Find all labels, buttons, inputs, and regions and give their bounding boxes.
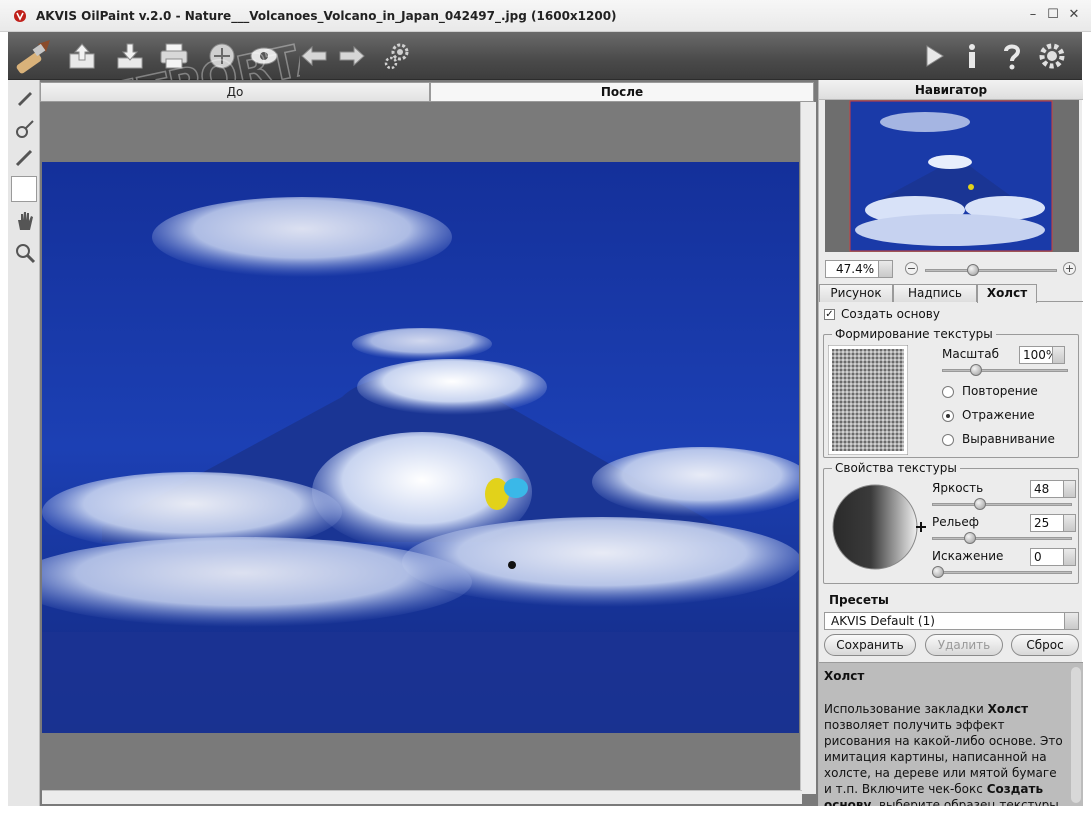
- scale-label: Масштаб: [942, 347, 1000, 361]
- save-file-icon[interactable]: [114, 40, 146, 72]
- brightness-label: Яркость: [932, 481, 984, 495]
- repeat-radio[interactable]: [942, 386, 954, 398]
- create-base-label: Создать основу: [841, 307, 940, 321]
- zoom-tool-icon[interactable]: [14, 242, 36, 264]
- save-preset-button[interactable]: Сохранить: [824, 634, 916, 656]
- texture-group-title: Формирование текстуры: [832, 327, 996, 341]
- brightness-spinbox[interactable]: 48: [1030, 480, 1076, 498]
- image-view[interactable]: [42, 162, 799, 733]
- help-text: Использование закладки Холст позволяет п…: [824, 702, 1063, 806]
- zoom-slider[interactable]: [925, 269, 1057, 272]
- run-play-icon[interactable]: [918, 40, 950, 72]
- color-swatch[interactable]: [11, 176, 37, 202]
- zoom-value: 47.4%: [836, 262, 875, 276]
- distortion-slider-thumb[interactable]: [932, 566, 944, 578]
- redo-arrow-icon[interactable]: [336, 40, 368, 72]
- maximize-button[interactable]: ☐: [1045, 7, 1061, 23]
- share-icon[interactable]: [206, 40, 238, 72]
- tab-canvas[interactable]: Холст: [977, 284, 1037, 303]
- align-radio[interactable]: [942, 434, 954, 446]
- undo-arrow-icon[interactable]: [298, 40, 330, 72]
- path-tool-icon[interactable]: [14, 118, 36, 140]
- open-file-icon[interactable]: [66, 40, 98, 72]
- brush-tool-icon[interactable]: [14, 86, 36, 108]
- reflect-radio[interactable]: [942, 410, 954, 422]
- preset-dropdown[interactable]: AKVIS Default (1): [824, 612, 1079, 630]
- right-panel: Навигатор 47.4% − + Рисунок Надпись Холс…: [818, 80, 1083, 806]
- eraser-tool-icon[interactable]: [14, 146, 36, 168]
- light-direction-sphere[interactable]: [830, 481, 930, 571]
- minimize-button[interactable]: –: [1025, 7, 1041, 23]
- reset-preset-button[interactable]: Сброс: [1011, 634, 1079, 656]
- window-title: AKVIS OilPaint v.2.0 - Nature___Volcanoe…: [36, 9, 617, 23]
- bottom-strip: [0, 806, 1091, 820]
- info-icon[interactable]: [956, 40, 988, 72]
- scale-spinbox[interactable]: 100%: [1019, 346, 1065, 364]
- help-panel: Холст Использование закладки Холст позво…: [819, 662, 1083, 806]
- delete-preset-button[interactable]: Удалить: [925, 634, 1003, 656]
- brightness-value: 48: [1034, 482, 1050, 496]
- distortion-spinbox[interactable]: 0: [1030, 548, 1076, 566]
- zoom-out-button[interactable]: −: [905, 262, 918, 275]
- akvis-logo-icon: [14, 10, 26, 22]
- preferences-gear-icon[interactable]: [1036, 40, 1068, 72]
- brush-logo-icon: [16, 40, 50, 74]
- distortion-spin-buttons[interactable]: [1063, 549, 1075, 565]
- hand-tool-icon[interactable]: [14, 210, 36, 232]
- align-label: Выравнивание: [962, 432, 1055, 446]
- relief-label: Рельеф: [932, 515, 980, 529]
- tab-after[interactable]: После: [430, 82, 814, 102]
- main-toolbar: [8, 32, 1082, 80]
- print-icon[interactable]: [158, 40, 190, 72]
- preset-dropdown-arrow[interactable]: [1064, 613, 1078, 629]
- before-after-icon[interactable]: [248, 40, 280, 72]
- presets-title: Пресеты: [829, 593, 889, 607]
- brightness-slider[interactable]: [932, 503, 1072, 506]
- settings-gears-icon[interactable]: [382, 40, 414, 72]
- distortion-label: Искажение: [932, 549, 1004, 563]
- relief-spin-buttons[interactable]: [1063, 515, 1075, 531]
- texture-properties-group: Свойства текстуры Яркость 48 Рельеф 25 И…: [823, 461, 1079, 584]
- brightness-slider-thumb[interactable]: [974, 498, 986, 510]
- zoom-in-button[interactable]: +: [1063, 262, 1076, 275]
- relief-slider[interactable]: [932, 537, 1072, 540]
- tab-inscription[interactable]: Надпись: [893, 284, 977, 302]
- title-bar: AKVIS OilPaint v.2.0 - Nature___Volcanoe…: [0, 0, 1091, 32]
- relief-spinbox[interactable]: 25: [1030, 514, 1076, 532]
- tab-painting[interactable]: Рисунок: [819, 284, 893, 302]
- settings-tabs: Рисунок Надпись Холст: [819, 284, 1083, 303]
- canvas-area: До После: [40, 80, 818, 806]
- create-base-checkbox[interactable]: ✓: [824, 309, 835, 320]
- relief-slider-thumb[interactable]: [964, 532, 976, 544]
- help-icon[interactable]: [996, 40, 1028, 72]
- navigator-title: Навигатор: [819, 80, 1083, 100]
- relief-value: 25: [1034, 516, 1050, 530]
- vertical-scrollbar[interactable]: [800, 102, 816, 794]
- distortion-value: 0: [1034, 550, 1042, 564]
- help-title: Холст: [824, 669, 865, 683]
- zoom-dropdown-button[interactable]: [878, 261, 892, 277]
- distortion-slider[interactable]: [932, 571, 1072, 574]
- zoom-field[interactable]: 47.4%: [825, 260, 893, 278]
- reflect-label: Отражение: [962, 408, 1035, 422]
- brightness-spin-buttons[interactable]: [1063, 481, 1075, 497]
- scale-slider-thumb[interactable]: [970, 364, 982, 376]
- left-toolbar: [8, 80, 40, 806]
- scale-spin-buttons[interactable]: [1052, 347, 1064, 363]
- navigator-preview[interactable]: [825, 100, 1079, 252]
- texture-sample[interactable]: [828, 345, 908, 455]
- texture-properties-title: Свойства текстуры: [832, 461, 960, 475]
- close-button[interactable]: ✕: [1066, 7, 1082, 23]
- preset-selected: AKVIS Default (1): [831, 614, 935, 628]
- help-scrollbar[interactable]: [1071, 667, 1081, 803]
- repeat-label: Повторение: [962, 384, 1038, 398]
- zoom-slider-thumb[interactable]: [967, 264, 979, 276]
- tab-before[interactable]: До: [40, 82, 430, 102]
- texture-group: Формирование текстуры Масштаб 100% Повто…: [823, 327, 1079, 458]
- horizontal-scrollbar[interactable]: [42, 790, 802, 804]
- scale-slider[interactable]: [942, 369, 1068, 372]
